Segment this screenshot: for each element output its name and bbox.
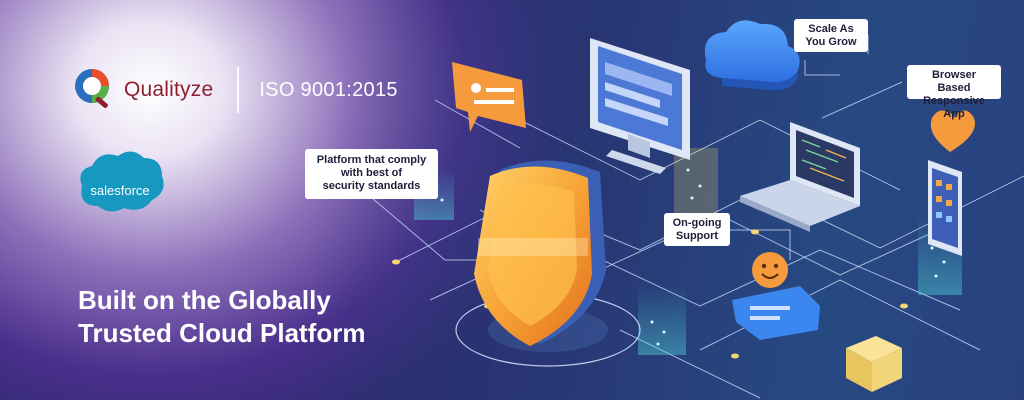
callout-support-line-2: Support	[675, 230, 719, 242]
headline-line-2: Trusted Cloud Platform	[78, 318, 366, 348]
headline: Built on the Globally Trusted Cloud Plat…	[78, 284, 365, 350]
callout-scale: Scale As You Grow	[794, 19, 868, 52]
data-cube	[846, 336, 902, 392]
callout-browser: Browser Based Responsive App	[907, 65, 1001, 120]
callout-scale-line-2: You Grow	[805, 36, 857, 48]
brand-divider	[237, 67, 240, 113]
headline-line-1: Built on the Globally	[78, 285, 331, 315]
chat-bubble-icon	[452, 62, 526, 132]
cloud-icon	[704, 20, 800, 91]
brand-name: Qualityze	[124, 78, 214, 101]
iso-certification: ISO 9001:2015	[259, 78, 398, 101]
smiley-chat-icon	[732, 252, 820, 340]
salesforce-cloud-icon: salesforce	[80, 151, 164, 212]
monitor-icon	[590, 38, 690, 174]
salesforce-logo-text: salesforce	[90, 183, 149, 198]
callout-security: Platform that comply with best of securi…	[305, 149, 438, 199]
callout-scale-line-1: Scale As	[808, 23, 854, 35]
callout-browser-line-2: Responsive App	[923, 95, 985, 120]
callout-security-line-1: Platform that comply	[316, 154, 427, 166]
callout-support-line-1: On-going	[672, 217, 722, 229]
callout-support: On-going Support	[664, 213, 730, 246]
smartphone-icon	[928, 160, 962, 256]
callout-security-line-3: security standards	[322, 180, 421, 192]
hero-banner: salesforce Qualityze ISO 9001:2015 Built…	[0, 0, 1024, 400]
callout-security-line-2: with best of	[340, 167, 403, 179]
laptop-icon	[740, 122, 860, 232]
brand-header: Qualityze ISO 9001:2015	[72, 62, 398, 118]
callout-browser-line-1: Browser Based	[931, 69, 977, 94]
